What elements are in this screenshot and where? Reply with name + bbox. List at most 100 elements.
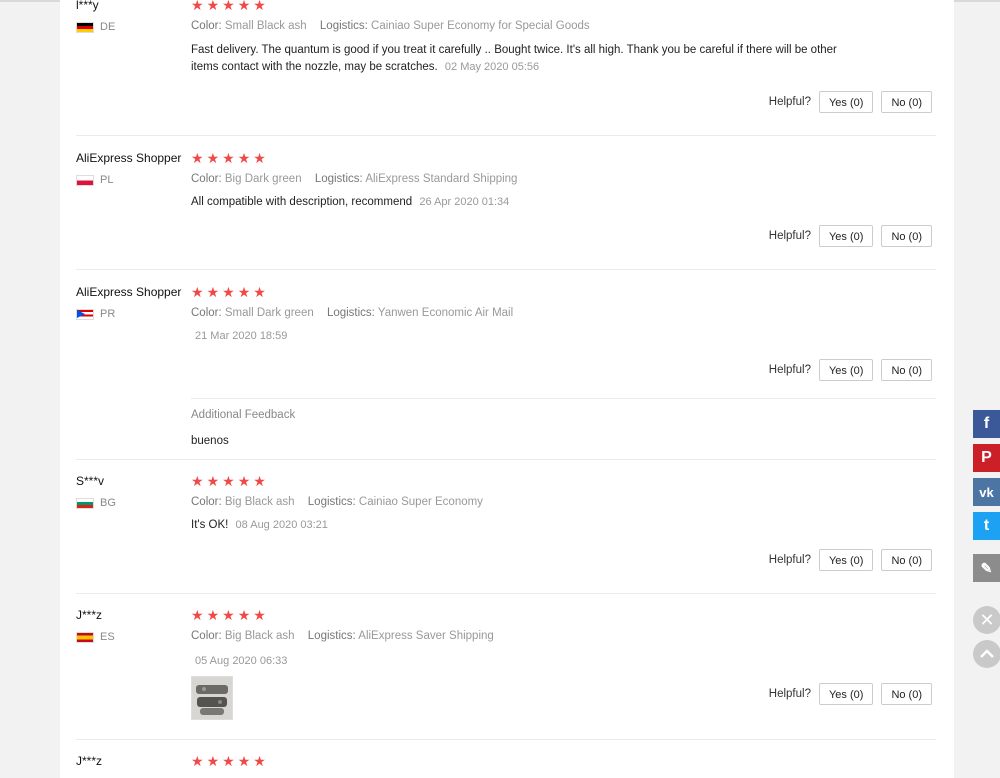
scroll-to-top-button[interactable] [973, 640, 1000, 668]
helpful-label: Helpful? [768, 96, 811, 108]
review-text: 21 Mar 2020 18:59 [191, 328, 851, 345]
helpful-label: Helpful? [768, 364, 811, 376]
star-icon: ★ [206, 0, 220, 13]
additional-feedback-divider [191, 398, 936, 399]
flag-pr-icon [76, 308, 94, 320]
star-icon: ★ [237, 753, 251, 769]
review-meta: Color: Small Dark green Logistics: Yanwe… [191, 307, 514, 319]
review-meta: Color: Big Dark green Logistics: AliExpr… [191, 173, 518, 185]
helpful-controls: Helpful? Yes (0) No (0) [769, 549, 932, 571]
pencil-icon: ✎ [980, 559, 993, 576]
review-date: 21 Mar 2020 18:59 [195, 330, 288, 342]
star-icon: ★ [253, 607, 266, 623]
reviewer-country: PR [76, 308, 115, 320]
helpful-yes-button[interactable]: Yes (0) [818, 683, 874, 705]
edit-button[interactable]: ✎ [973, 554, 1000, 582]
review-divider [76, 135, 936, 136]
review-text: 05 Aug 2020 06:33 [191, 653, 851, 670]
helpful-label: Helpful? [768, 554, 811, 566]
star-icon: ★ [191, 150, 204, 166]
review-meta: Color: Big Black ash Logistics: Cainiao … [191, 496, 483, 508]
helpful-controls: Helpful? Yes (0) No (0) [769, 91, 932, 113]
helpful-yes-button[interactable]: Yes (0) [818, 225, 874, 247]
review-divider [76, 739, 936, 740]
star-icon: ★ [206, 753, 220, 769]
reviewer-name: AliExpress Shopper [76, 151, 182, 165]
vk-share-button[interactable]: vk [973, 478, 1000, 506]
reviews-panel: l***y DE ★ ★ ★ ★ ★ Color: Small Black ash Lo… [60, 0, 954, 778]
review-text: All compatible with description, recomme… [191, 196, 510, 208]
helpful-yes-button[interactable]: Yes (0) [818, 91, 874, 113]
helpful-no-button[interactable]: No (0) [881, 683, 932, 705]
star-icon: ★ [253, 284, 266, 300]
review-divider [76, 593, 936, 594]
star-icon: ★ [253, 473, 266, 489]
helpful-no-button[interactable]: No (0) [881, 359, 932, 381]
flag-bg-icon [76, 497, 94, 509]
star-rating: ★ ★ ★ ★ ★ [191, 474, 266, 488]
star-icon: ★ [237, 150, 251, 166]
reviewer-name: AliExpress Shopper [76, 285, 182, 299]
star-icon: ★ [206, 473, 220, 489]
reviewer-country: BG [76, 497, 116, 509]
helpful-yes-button[interactable]: Yes (0) [818, 549, 874, 571]
reviewer-name: S***v [76, 474, 105, 488]
additional-feedback-label: Additional Feedback [191, 409, 296, 421]
helpful-no-button[interactable]: No (0) [881, 225, 932, 247]
star-icon: ★ [191, 607, 204, 623]
star-icon: ★ [237, 284, 251, 300]
helpful-no-button[interactable]: No (0) [881, 549, 932, 571]
review-meta: Color: Small Black ash Logistics: Cainia… [191, 20, 590, 32]
star-icon: ★ [191, 0, 204, 13]
vk-icon: vk [979, 484, 994, 500]
star-icon: ★ [222, 473, 235, 489]
facebook-share-button[interactable]: f [973, 410, 1000, 438]
star-rating: ★ ★ ★ ★ ★ [191, 285, 266, 299]
star-icon: ★ [206, 284, 220, 300]
helpful-no-button[interactable]: No (0) [881, 91, 932, 113]
additional-feedback-text: buenos [191, 435, 229, 447]
review-date: 08 Aug 2020 03:21 [235, 519, 328, 531]
flag-de-icon [76, 21, 94, 33]
reviewer-name: l***y [76, 0, 99, 12]
star-icon: ★ [237, 607, 251, 623]
review-text: Fast delivery. The quantum is good if yo… [191, 44, 837, 73]
reviewer-name: J***z [76, 754, 103, 768]
review-photo-thumbnail[interactable] [191, 676, 233, 720]
reviewer-name: J***z [76, 608, 103, 622]
star-icon: ★ [222, 284, 235, 300]
facebook-icon: f [983, 415, 990, 432]
helpful-yes-button[interactable]: Yes (0) [818, 359, 874, 381]
star-icon: ★ [222, 607, 235, 623]
helpful-controls: Helpful? Yes (0) No (0) [769, 225, 932, 247]
star-icon: ★ [191, 284, 204, 300]
star-icon: ★ [253, 150, 266, 166]
star-icon: ★ [206, 150, 220, 166]
review-date: 26 Apr 2020 01:34 [419, 196, 510, 208]
flag-pl-icon [76, 174, 94, 186]
star-icon: ★ [206, 607, 220, 623]
product-photo-icon [192, 677, 232, 719]
review-meta: Color: Big Black ash Logistics: AliExpre… [191, 630, 494, 642]
star-icon: ★ [222, 0, 235, 13]
star-icon: ★ [191, 753, 204, 769]
reviewer-country: PL [76, 174, 113, 186]
chevron-up-icon [980, 649, 994, 658]
star-rating: ★ ★ ★ ★ ★ [191, 754, 266, 768]
review-date: 05 Aug 2020 06:33 [195, 655, 288, 667]
flag-es-icon [76, 631, 94, 643]
star-icon: ★ [222, 753, 235, 769]
star-icon: ★ [191, 473, 204, 489]
star-icon: ★ [237, 473, 251, 489]
pinterest-share-button[interactable]: P [973, 444, 1000, 472]
star-icon: ★ [253, 0, 266, 13]
pinterest-icon: P [981, 449, 992, 466]
star-icon: ★ [253, 753, 266, 769]
review-divider [76, 269, 936, 270]
twitter-share-button[interactable]: t [973, 512, 1000, 540]
helpful-label: Helpful? [768, 688, 811, 700]
review-divider [76, 459, 936, 460]
star-icon: ★ [237, 0, 251, 13]
close-button[interactable]: ✕ [973, 606, 1000, 634]
twitter-icon: t [983, 517, 990, 534]
